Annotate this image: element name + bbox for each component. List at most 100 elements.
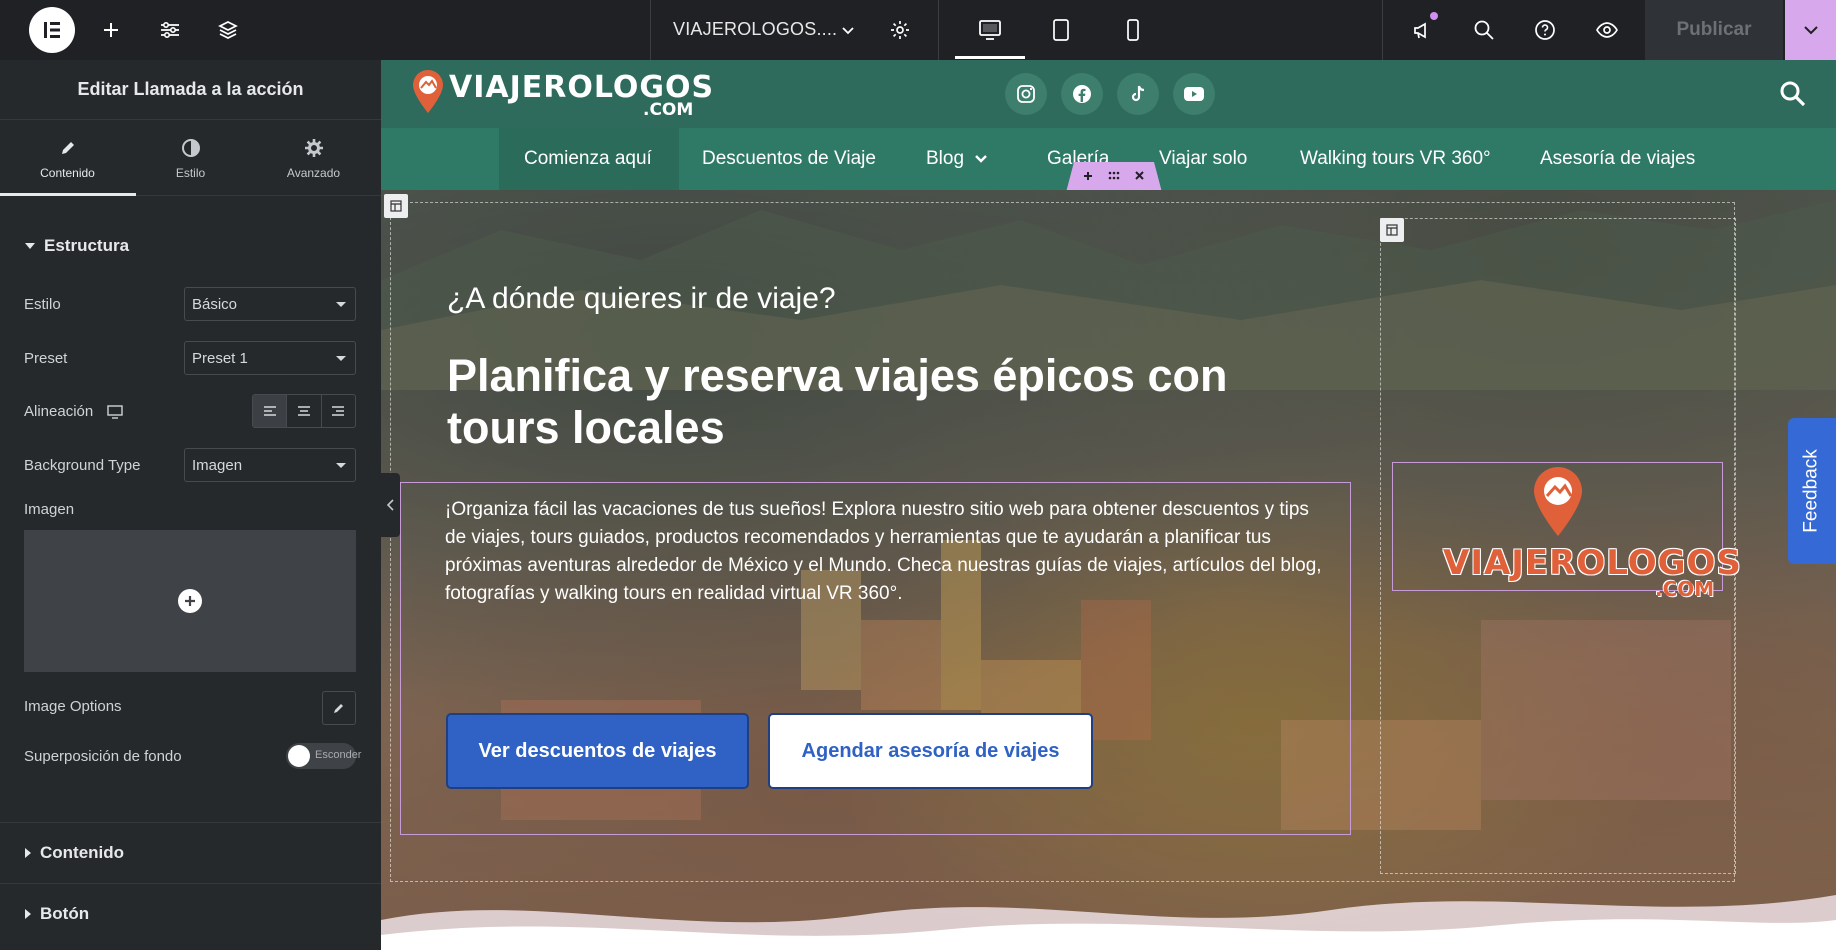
divider <box>0 883 381 884</box>
alignment-button-group <box>252 394 356 428</box>
tab-style[interactable]: Estilo <box>127 120 254 196</box>
tab-content-label: Contenido <box>40 165 95 180</box>
image-label: Imagen <box>24 501 75 518</box>
nav-item-start[interactable]: Comienza aquí <box>524 128 652 190</box>
align-left-button[interactable] <box>253 395 288 427</box>
settings-sliders-icon[interactable] <box>155 15 185 45</box>
chevron-left-icon <box>386 499 394 511</box>
tab-advanced-label: Avanzado <box>286 165 341 180</box>
section-structure-header[interactable]: Estructura <box>25 236 129 256</box>
style-select[interactable]: Básico <box>184 287 356 321</box>
logo-pin-icon <box>1534 467 1582 536</box>
mobile-view-icon[interactable] <box>1118 15 1148 45</box>
caret-down-icon <box>25 243 35 249</box>
facebook-icon[interactable] <box>1061 73 1103 115</box>
image-upload-area[interactable] <box>24 530 356 672</box>
site-logo-pin-icon <box>413 70 443 113</box>
overlay-label: Superposición de fondo <box>24 748 182 765</box>
chevron-down-icon <box>975 155 987 163</box>
add-image-icon <box>178 589 202 613</box>
tab-content[interactable]: Contenido <box>4 120 131 196</box>
background-type-value: Imagen <box>192 456 243 474</box>
caret-right-icon <box>25 848 31 858</box>
tiktok-icon[interactable] <box>1117 73 1159 115</box>
panel-title: Editar Llamada a la acción <box>0 60 381 120</box>
page-settings-gear-icon[interactable] <box>885 15 915 45</box>
align-left-icon <box>263 406 276 416</box>
help-icon[interactable] <box>1530 15 1560 45</box>
preset-select-value: Preset 1 <box>192 349 248 367</box>
hero-bottom-wave <box>381 895 1836 950</box>
background-type-label: Background Type <box>24 457 141 474</box>
active-device-indicator <box>955 56 1025 59</box>
background-type-select[interactable]: Imagen <box>184 448 356 482</box>
align-center-icon <box>297 406 310 416</box>
editor-panel: Editar Llamada a la acción Contenido Est… <box>0 60 381 950</box>
caret-right-icon <box>25 909 31 919</box>
style-label: Estilo <box>24 296 61 313</box>
editor-topbar: VIAJEROLOGOS.... Publicar <box>0 0 1836 60</box>
tab-style-label: Estilo <box>175 165 206 180</box>
section-structure-title: Estructura <box>44 236 130 255</box>
alignment-label-text: Alineación <box>24 403 94 420</box>
publish-button[interactable]: Publicar <box>1645 0 1783 60</box>
nav-item-walking-tours[interactable]: Walking tours VR 360° <box>1300 128 1491 190</box>
preview-canvas: VIAJEROLOGOS .COM Comienza aquí Descuent… <box>381 60 1836 950</box>
add-element-icon[interactable] <box>96 15 126 45</box>
section-content-header[interactable]: Contenido <box>25 843 124 863</box>
align-center-button[interactable] <box>287 395 322 427</box>
preset-select[interactable]: Preset 1 <box>184 341 356 375</box>
preview-eye-icon[interactable] <box>1592 15 1622 45</box>
pencil-icon <box>334 704 343 713</box>
logo-sub-text: .COM <box>1655 577 1715 601</box>
site-header: VIAJEROLOGOS .COM <box>381 60 1836 128</box>
section-content-title: Contenido <box>40 843 125 862</box>
style-select-value: Básico <box>192 295 238 313</box>
nav-item-advice[interactable]: Asesoría de viajes <box>1540 128 1695 190</box>
pencil-icon <box>57 137 79 159</box>
search-icon[interactable] <box>1469 15 1499 45</box>
panel-tabs: Contenido Estilo Avanzado <box>0 120 381 196</box>
youtube-icon[interactable] <box>1173 73 1215 115</box>
select-arrow-icon <box>336 356 346 361</box>
image-options-edit-button[interactable] <box>322 691 356 725</box>
column-handle-icon[interactable] <box>1380 218 1404 242</box>
select-arrow-icon <box>336 463 346 468</box>
column-handle-icon[interactable] <box>384 194 408 218</box>
logo-image-widget[interactable]: VIAJEROLOGOS .COM <box>1392 462 1741 601</box>
tab-advanced[interactable]: Avanzado <box>250 120 377 196</box>
tablet-view-icon[interactable] <box>1046 15 1076 45</box>
elementor-logo[interactable] <box>29 7 75 53</box>
layers-icon[interactable] <box>213 15 243 45</box>
nav-item-discounts[interactable]: Descuentos de Viaje <box>702 128 876 190</box>
gear-icon <box>303 137 325 159</box>
site-logo-sub: .COM <box>643 100 694 120</box>
site-search-icon[interactable] <box>1779 80 1807 113</box>
align-right-button[interactable] <box>322 395 355 427</box>
chevron-down-icon[interactable] <box>833 15 863 45</box>
alignment-label: Alineación <box>24 403 123 420</box>
chevron-down-icon <box>1803 26 1818 35</box>
feedback-tab[interactable]: Feedback <box>1788 418 1836 564</box>
overlay-toggle[interactable]: Esconder <box>286 743 361 769</box>
nav-item-blog-label: Blog <box>926 148 965 169</box>
notification-dot <box>1430 12 1438 20</box>
feedback-label: Feedback <box>1801 449 1823 533</box>
active-tab-indicator <box>0 193 136 196</box>
section-button-title: Botón <box>40 904 90 923</box>
image-options-label: Image Options <box>24 698 122 715</box>
nav-item-blog[interactable]: Blog <box>926 128 988 190</box>
publish-options-button[interactable] <box>1785 0 1836 60</box>
selected-widget-outline <box>400 482 1351 835</box>
divider <box>0 822 381 823</box>
nav-item-solo[interactable]: Viajar solo <box>1159 128 1247 190</box>
desktop-view-icon[interactable] <box>975 15 1005 45</box>
collapse-panel-button[interactable] <box>381 473 400 537</box>
instagram-icon[interactable] <box>1005 73 1047 115</box>
editor-window: VIAJEROLOGOS.... Publicar Editar Llamada… <box>0 0 1836 950</box>
overlay-toggle-label: Esconder <box>315 749 362 761</box>
hero-section[interactable]: ¿A dónde quieres ir de viaje? Planifica … <box>381 190 1836 950</box>
preset-label: Preset <box>24 350 68 367</box>
section-button-header[interactable]: Botón <box>25 904 89 924</box>
site-title[interactable]: VIAJEROLOGOS.... <box>673 19 837 40</box>
